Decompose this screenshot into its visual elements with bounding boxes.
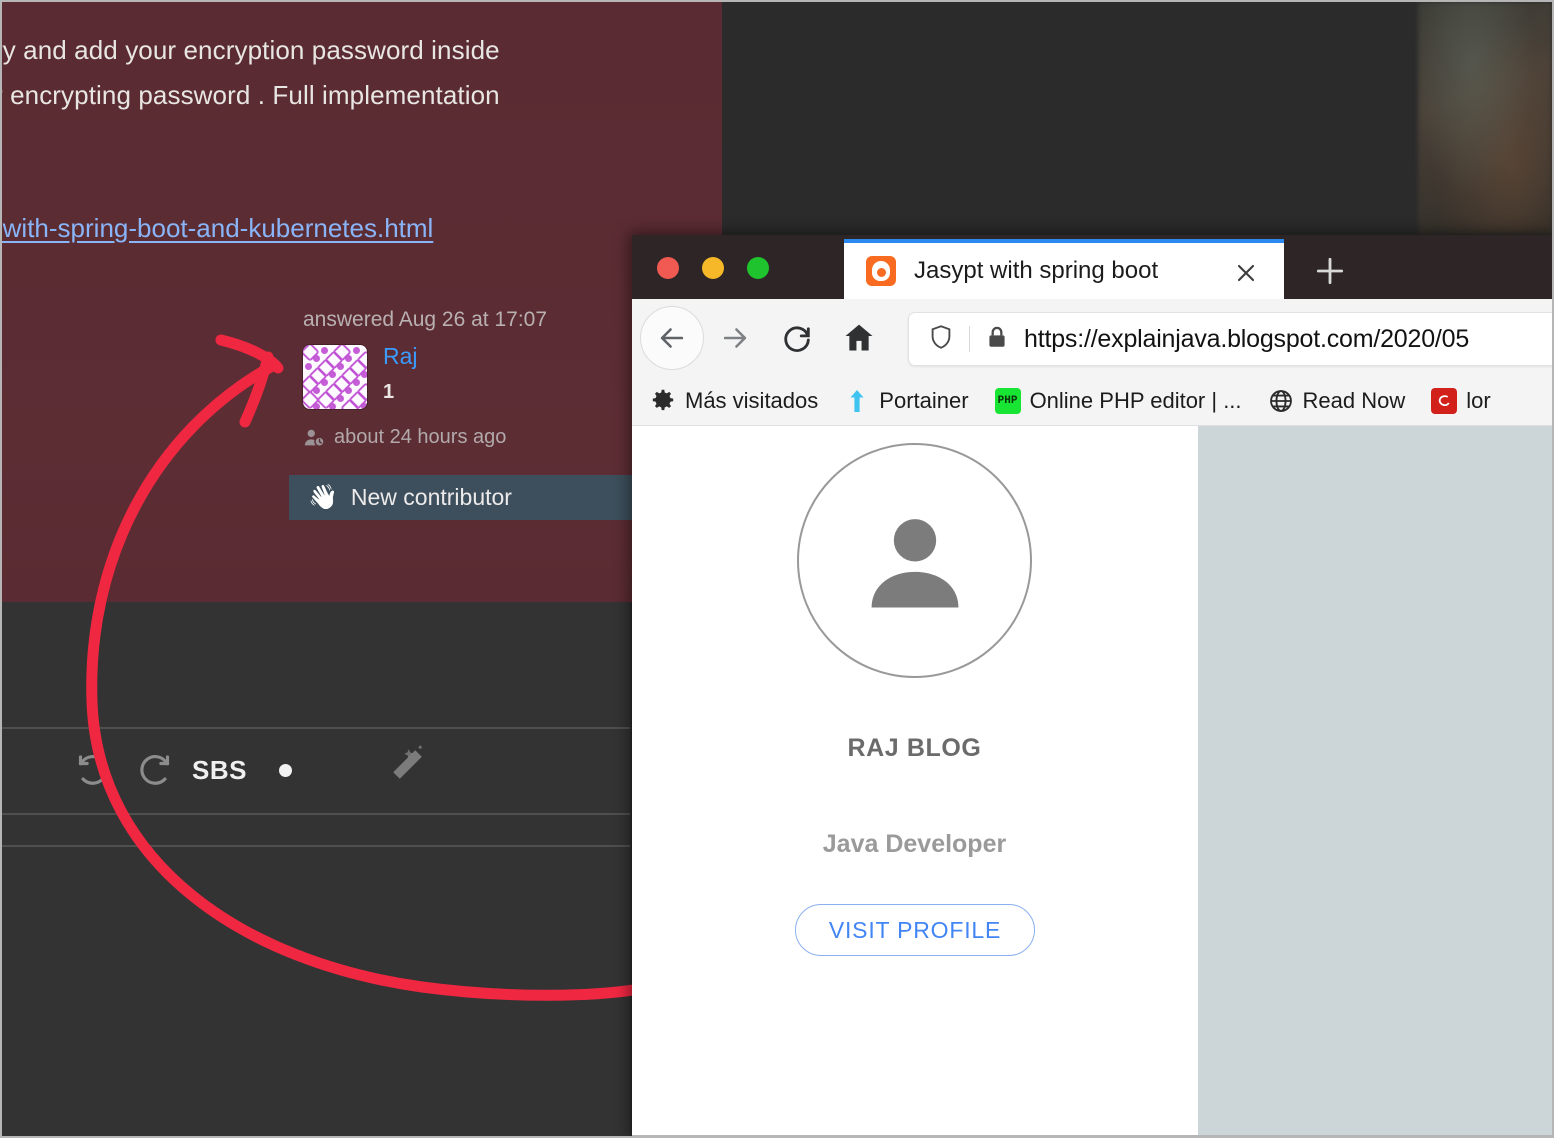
new-tab-button[interactable] — [1310, 251, 1350, 291]
undo-icon[interactable] — [62, 745, 124, 797]
bookmarks-bar: Más visitados Portainer PHP Online PHP e… — [632, 377, 1552, 426]
gear-icon — [650, 388, 676, 414]
editor-strip-bottom — [2, 847, 630, 1136]
new-contributor-badge[interactable]: 👋 New contributor — [289, 475, 634, 520]
redo-icon[interactable] — [124, 745, 186, 797]
back-button[interactable] — [640, 306, 704, 370]
background-photo — [1418, 2, 1552, 234]
answered-meta: answered Aug 26 at 17:07 — [303, 308, 548, 331]
person-avatar-icon — [797, 443, 1032, 678]
post-text-line-1: ry and add your encryption password insi… — [0, 35, 500, 65]
window-controls — [657, 257, 769, 279]
url-text: https://explainjava.blogspot.com/2020/05 — [1024, 324, 1470, 353]
bookmark-online-php-editor[interactable]: PHP Online PHP editor | ... — [994, 388, 1242, 414]
browser-titlebar: Jasypt with spring boot — [632, 235, 1552, 299]
activity-time-text: about 24 hours ago — [334, 426, 507, 448]
bookmark-label: Read Now — [1302, 388, 1406, 413]
screenshot-root: ry and add your encryption password insi… — [0, 0, 1554, 1138]
browser-navbar: https://explainjava.blogspot.com/2020/05 — [632, 299, 1552, 377]
editor-toolbar: SBS — [62, 744, 428, 797]
editor-strip-top — [2, 602, 630, 727]
page-sidebar-panel — [1197, 426, 1552, 1136]
bookmark-label: lor — [1466, 388, 1491, 413]
tab-title: Jasypt with spring boot — [914, 257, 1159, 284]
php-icon: PHP — [994, 388, 1021, 414]
magic-wand-icon[interactable] — [380, 744, 428, 797]
up-arrow-icon — [844, 388, 870, 414]
visit-profile-button[interactable]: VISIT PROFILE — [795, 904, 1035, 956]
maximize-window-button[interactable] — [747, 257, 769, 279]
author-name-link[interactable]: Raj — [383, 345, 418, 368]
post-link[interactable]: -with-spring-boot-and-kubernetes.html — [2, 213, 433, 244]
bookmark-mas-visitados[interactable]: Más visitados — [650, 388, 818, 414]
bookmark-portainer[interactable]: Portainer — [844, 388, 969, 414]
close-icon[interactable] — [1232, 259, 1260, 287]
user-clock-icon — [303, 427, 325, 449]
bookmark-label: Más visitados — [685, 388, 819, 413]
waving-hand-icon: 👋 — [308, 483, 338, 511]
editor-strip-mid — [2, 815, 630, 845]
answer-author: Raj 1 — [303, 345, 418, 409]
globe-icon — [1268, 388, 1294, 414]
bookmark-read-now[interactable]: Read Now — [1268, 388, 1406, 414]
blog-subtitle: Java Developer — [822, 830, 1007, 858]
page-content: RAJ BLOG Java Developer VISIT PROFILE — [632, 426, 1552, 1136]
lock-icon[interactable] — [984, 324, 1010, 355]
bookmark-lorem[interactable]: lor — [1431, 388, 1491, 414]
author-reputation: 1 — [383, 381, 395, 403]
post-text-line-2: r encrypting password . Full implementat… — [0, 80, 500, 110]
lorem-icon — [1431, 388, 1458, 414]
new-contributor-label: New contributor — [350, 484, 512, 510]
sbs-mode-label[interactable]: SBS — [192, 755, 247, 786]
address-bar-divider — [969, 326, 970, 352]
forward-button[interactable] — [704, 307, 766, 369]
home-button[interactable] — [828, 307, 890, 369]
dot-indicator[interactable] — [278, 764, 292, 777]
close-window-button[interactable] — [657, 257, 679, 279]
browser-tab-active[interactable]: Jasypt with spring boot — [844, 239, 1284, 299]
bookmark-label: Portainer — [879, 388, 969, 413]
profile-column: RAJ BLOG Java Developer VISIT PROFILE — [632, 426, 1197, 1136]
shield-icon[interactable] — [927, 323, 955, 356]
browser-window: Jasypt with spring boot https://explainj… — [632, 235, 1552, 1136]
reload-button[interactable] — [766, 307, 828, 369]
address-bar[interactable]: https://explainjava.blogspot.com/2020/05 — [908, 312, 1552, 366]
activity-time-row: about 24 hours ago — [303, 426, 506, 449]
author-avatar-identicon[interactable] — [303, 345, 367, 409]
blogger-icon — [866, 256, 896, 286]
minimize-window-button[interactable] — [702, 257, 724, 279]
bookmark-label: Online PHP editor | ... — [1029, 388, 1242, 413]
blog-title: RAJ BLOG — [847, 734, 982, 762]
